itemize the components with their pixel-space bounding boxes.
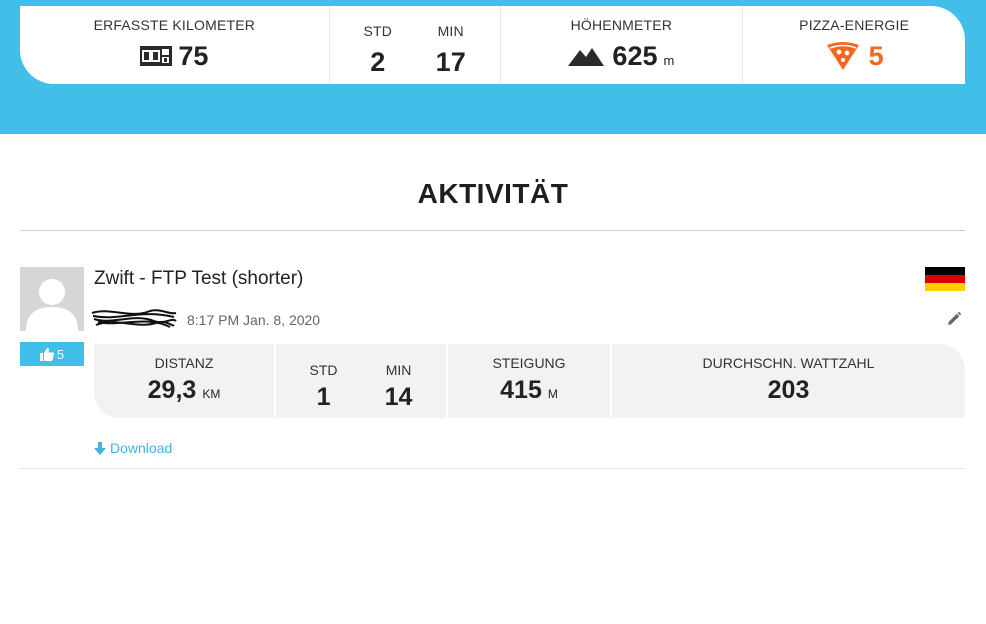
odometer-icon	[140, 46, 173, 66]
like-button[interactable]: 5	[20, 342, 84, 366]
mountain-icon	[568, 46, 605, 66]
activity-distance-label: DISTANZ	[154, 355, 214, 371]
activity-time: STD 1 MIN 14	[276, 344, 446, 418]
user-avatar-icon[interactable]	[20, 267, 84, 331]
activity-watts-label: DURCHSCHN. WATTZAHL	[702, 355, 875, 371]
activity-minutes-value: 14	[384, 382, 413, 411]
stat-pizza-label: PIZZA-ENERGIE	[799, 17, 910, 33]
stat-hours-label: STD	[363, 23, 393, 39]
header-band: ERFASSTE KILOMETER 75 STD 2 MIN 17 HÖHEN…	[0, 0, 986, 134]
profile-stats-card: ERFASSTE KILOMETER 75 STD 2 MIN 17 HÖHEN…	[20, 6, 965, 84]
activity-distance-value: 29,3	[147, 376, 197, 404]
activity-distance-unit: KM	[202, 387, 221, 401]
stat-minutes-value: 17	[435, 46, 466, 77]
section-title: AKTIVITÄT	[417, 178, 569, 209]
stat-hours-value: 2	[370, 46, 386, 77]
download-label: Download	[110, 440, 173, 456]
download-link[interactable]: Download	[94, 440, 172, 456]
activity-climb-unit: M	[547, 387, 558, 401]
activity-climb: STEIGUNG 415 M	[448, 344, 610, 418]
stat-kilometers: ERFASSTE KILOMETER 75	[20, 6, 329, 84]
activity-distance: DISTANZ 29,3 KM	[94, 344, 274, 418]
pencil-icon[interactable]	[947, 312, 961, 326]
activity-stats-card: DISTANZ 29,3 KM STD 1 MIN 14 STEIGUNG 41…	[94, 344, 965, 418]
stat-elevation-value: 625	[612, 40, 658, 71]
stat-minutes-label: MIN	[437, 23, 464, 39]
redacted-username	[90, 305, 178, 333]
activity-date: 8:17 PM Jan. 8, 2020	[187, 312, 321, 328]
stat-kilometers-value: 75	[178, 40, 209, 71]
activity-minutes-label: MIN	[385, 361, 412, 378]
stat-pizza-energy: PIZZA-ENERGIE 5	[743, 6, 965, 84]
stat-elevation-unit: m	[663, 52, 675, 68]
arrow-down-icon	[94, 441, 110, 455]
stat-pizza-value: 5	[868, 40, 884, 71]
activity-climb-label: STEIGUNG	[492, 355, 566, 371]
activity-title[interactable]: Zwift - FTP Test (shorter)	[94, 268, 303, 290]
pizza-icon	[825, 41, 861, 71]
stat-elevation-label: HÖHENMETER	[570, 17, 673, 33]
activity-hours-label: STD	[309, 361, 338, 378]
stat-kilometers-label: ERFASSTE KILOMETER	[93, 17, 256, 33]
germany-flag-icon	[925, 267, 965, 291]
activity-hours-value: 1	[316, 382, 331, 411]
activity-avg-watts: DURCHSCHN. WATTZAHL 203	[612, 344, 965, 418]
activity-divider	[20, 468, 965, 469]
section-divider	[20, 230, 965, 231]
stat-elevation: HÖHENMETER 625 m	[501, 6, 743, 84]
activity-watts-value: 203	[767, 376, 810, 404]
like-count: 5	[56, 346, 65, 362]
thumbs-up-icon	[39, 347, 57, 361]
stat-time: STD 2 MIN 17	[330, 6, 500, 84]
activity-climb-value: 415	[500, 376, 542, 404]
